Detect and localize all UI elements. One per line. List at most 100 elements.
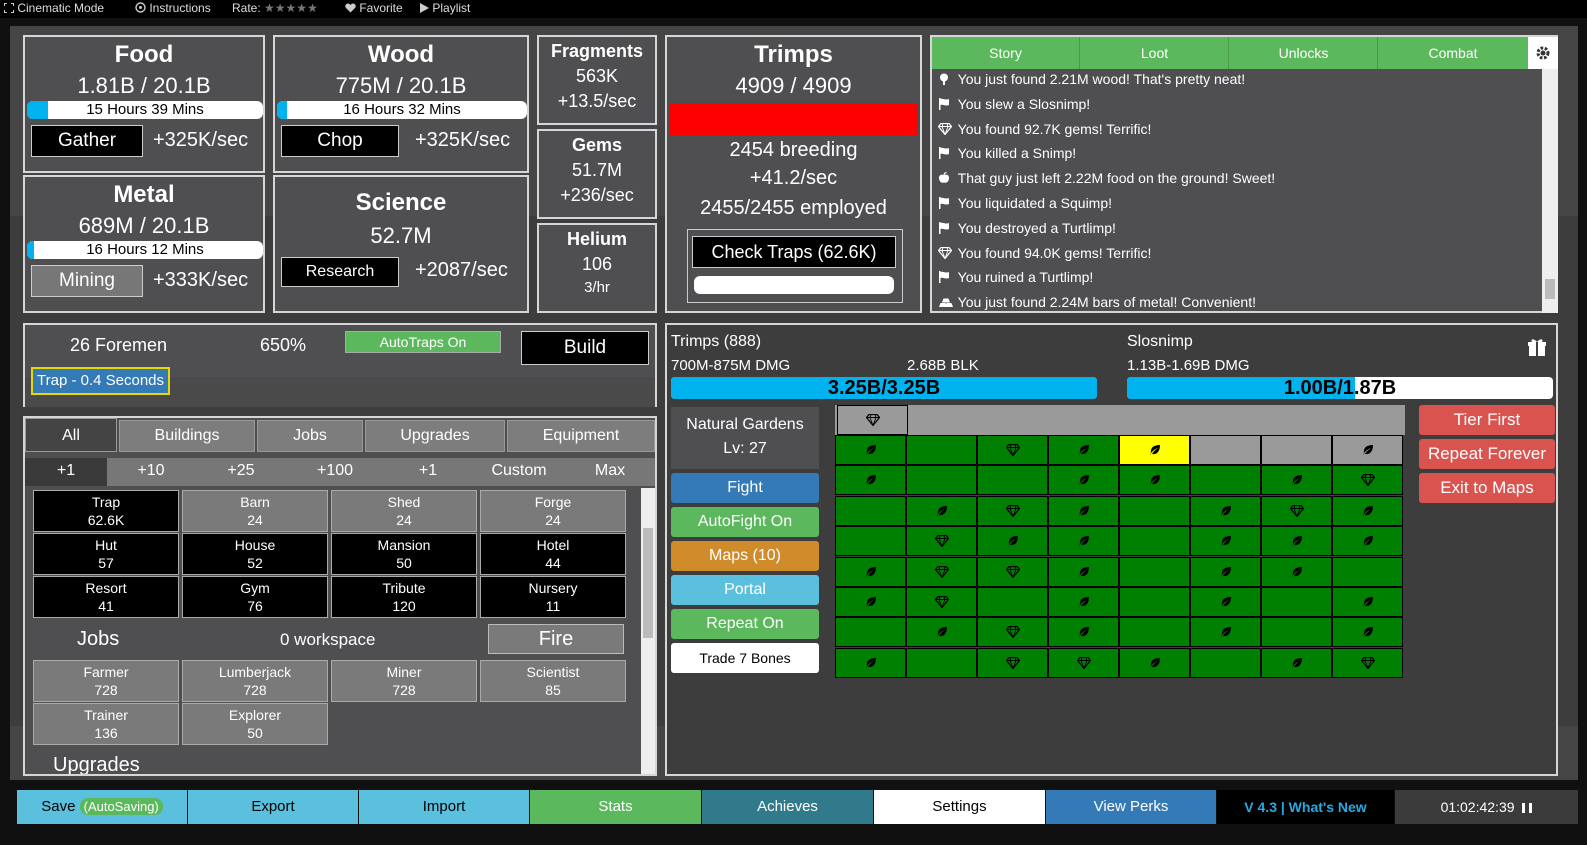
- buy-scrollbar[interactable]: [641, 488, 655, 774]
- research-button[interactable]: Research: [281, 257, 399, 287]
- building-house[interactable]: House 52: [182, 533, 328, 575]
- import-button[interactable]: Import: [359, 790, 529, 824]
- heart-icon: [345, 3, 356, 13]
- metal-title: Metal: [113, 181, 175, 208]
- repeat-button[interactable]: Repeat On: [671, 609, 819, 639]
- job-count: 50: [247, 725, 263, 741]
- log-tab-story[interactable]: Story: [932, 37, 1080, 69]
- building-mansion[interactable]: Mansion 50: [331, 533, 477, 575]
- chop-button[interactable]: Chop: [281, 125, 399, 157]
- building-trap[interactable]: Trap 62.6K: [33, 490, 179, 532]
- tier-first-button[interactable]: Tier First: [1419, 405, 1555, 435]
- check-traps-button[interactable]: Check Traps (62.6K): [692, 236, 896, 268]
- building-name: Hotel: [536, 537, 570, 553]
- log-settings-button[interactable]: [1528, 37, 1558, 69]
- job-scientist[interactable]: Scientist 85: [480, 660, 626, 702]
- exit-to-maps-button[interactable]: Exit to Maps: [1419, 473, 1555, 503]
- log-tab-combat[interactable]: Combat: [1379, 37, 1527, 69]
- job-trainer[interactable]: Trainer 136: [33, 703, 179, 745]
- autofight-button[interactable]: AutoFight On: [671, 507, 819, 537]
- favorite-link[interactable]: Favorite: [345, 1, 403, 15]
- autosaving-badge[interactable]: (AutoSaving): [79, 798, 163, 815]
- building-name: Barn: [240, 494, 270, 510]
- map-cell: [1190, 556, 1261, 587]
- wood-time: 16 Hours 32 Mins: [343, 101, 461, 118]
- job-lumberjack[interactable]: Lumberjack 728: [182, 660, 328, 702]
- building-hut[interactable]: Hut 57: [33, 533, 179, 575]
- wood-progress-bar: 16 Hours 32 Mins: [277, 101, 527, 119]
- autotraps-toggle[interactable]: AutoTraps On: [345, 331, 501, 353]
- gem-icon: [865, 414, 880, 426]
- trade-bones-button[interactable]: Trade 7 Bones: [671, 643, 819, 673]
- rating-stars[interactable]: ★★★★★: [264, 1, 318, 15]
- gems-rate: +236/sec: [560, 185, 634, 205]
- qty-plus-25[interactable]: +25: [195, 458, 287, 486]
- building-count: 120: [392, 598, 416, 614]
- export-button[interactable]: Export: [188, 790, 358, 824]
- playlist-link[interactable]: Playlist: [420, 1, 470, 15]
- tab-all[interactable]: All: [25, 418, 117, 452]
- buy-scrollbar-thumb[interactable]: [643, 528, 653, 638]
- trap-queue-item[interactable]: Trap - 0.4 Seconds: [31, 367, 171, 395]
- log-tab-unlocks[interactable]: Unlocks: [1230, 37, 1378, 69]
- log-scrollbar-thumb[interactable]: [1545, 279, 1555, 299]
- fire-button[interactable]: Fire: [488, 624, 624, 654]
- version-whats-new-link[interactable]: V 4.3 | What's New: [1217, 790, 1394, 824]
- gather-button[interactable]: Gather: [31, 125, 143, 157]
- mining-button[interactable]: Mining: [31, 265, 143, 297]
- message-log: Story Loot Unlocks Combat You just found…: [930, 35, 1558, 313]
- leaf-icon: [1078, 626, 1090, 638]
- map-cell: [1119, 556, 1190, 587]
- job-explorer[interactable]: Explorer 50: [182, 703, 328, 745]
- building-forge[interactable]: Forge 24: [480, 490, 626, 532]
- queue-panel: 26 Foremen 650% AutoTraps On Build Trap …: [23, 323, 657, 407]
- fullscreen-icon: [4, 3, 14, 13]
- tab-jobs[interactable]: Jobs: [257, 420, 363, 452]
- achieves-button[interactable]: Achieves: [702, 790, 873, 824]
- leaf-icon: [936, 626, 948, 638]
- building-name: Nursery: [528, 580, 578, 596]
- portal-button[interactable]: Portal: [671, 575, 819, 605]
- view-perks-button[interactable]: View Perks: [1046, 790, 1216, 824]
- instructions-link[interactable]: Instructions: [135, 1, 211, 15]
- check-traps-box: Check Traps (62.6K): [687, 229, 903, 303]
- building-gym[interactable]: Gym 76: [182, 576, 328, 618]
- log-scrollbar[interactable]: [1542, 69, 1558, 313]
- building-shed[interactable]: Shed 24: [331, 490, 477, 532]
- gift-icon[interactable]: [1527, 337, 1547, 362]
- fight-button[interactable]: Fight: [671, 473, 819, 503]
- map-cell: [1261, 435, 1332, 465]
- tab-buildings[interactable]: Buildings: [119, 420, 255, 452]
- qty-max[interactable]: Max: [565, 458, 655, 486]
- qty-plus-1[interactable]: +1: [25, 458, 107, 486]
- gem-icon: [1360, 474, 1375, 488]
- building-resort[interactable]: Resort 41: [33, 576, 179, 618]
- qty-plus-100[interactable]: +100: [287, 458, 383, 486]
- log-entries: You just found 2.21M wood! That's pretty…: [932, 69, 1542, 313]
- stats-button[interactable]: Stats: [530, 790, 701, 824]
- trimps-employed: 2455/2455 employed: [700, 197, 887, 219]
- rating-widget[interactable]: Rate: ★★★★★: [232, 1, 318, 15]
- qty-plus-10[interactable]: +10: [107, 458, 195, 486]
- settings-button[interactable]: Settings: [874, 790, 1045, 824]
- building-barn[interactable]: Barn 24: [182, 490, 328, 532]
- map-cell: [1332, 495, 1403, 526]
- building-hotel[interactable]: Hotel 44: [480, 533, 626, 575]
- map-cell: [1048, 526, 1119, 557]
- maps-button[interactable]: Maps (10): [671, 541, 819, 571]
- leaf-icon: [1220, 626, 1232, 638]
- save-button[interactable]: Save (AutoSaving): [17, 790, 187, 824]
- building-nursery[interactable]: Nursery 11: [480, 576, 626, 618]
- qty-plus-1-alt[interactable]: +1: [383, 458, 473, 486]
- cinematic-mode-link[interactable]: Cinematic Mode: [4, 1, 104, 15]
- pause-icon[interactable]: [1522, 803, 1533, 813]
- repeat-forever-button[interactable]: Repeat Forever: [1419, 439, 1555, 469]
- job-farmer[interactable]: Farmer 728: [33, 660, 179, 702]
- log-tab-loot[interactable]: Loot: [1081, 37, 1229, 69]
- building-tribute[interactable]: Tribute 120: [331, 576, 477, 618]
- job-miner[interactable]: Miner 728: [331, 660, 477, 702]
- build-button[interactable]: Build: [521, 331, 649, 365]
- tab-equipment[interactable]: Equipment: [507, 420, 655, 452]
- tab-upgrades[interactable]: Upgrades: [365, 420, 505, 452]
- qty-custom[interactable]: Custom: [473, 458, 565, 486]
